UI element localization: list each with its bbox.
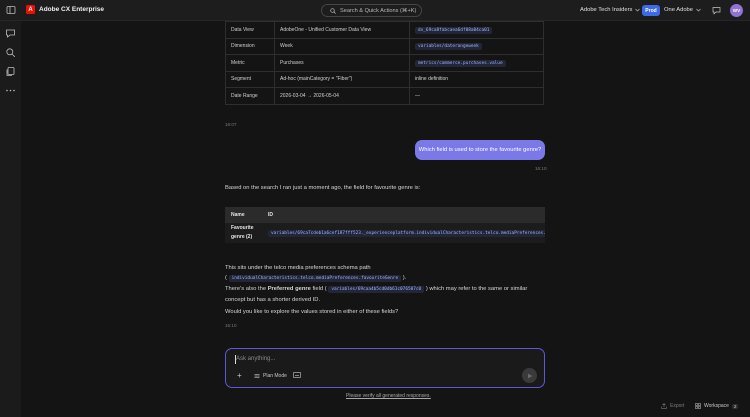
row-id-code: dv_69ca8fabcaea6df08a04ca01: [415, 26, 493, 34]
org-switcher[interactable]: Adobe Tech Insiders: [580, 7, 641, 13]
row-label: Segment: [225, 70, 275, 88]
message-timestamp: 16:07: [225, 122, 237, 127]
tenant-name: One Adobe: [664, 7, 694, 13]
search-icon: [330, 7, 336, 14]
chat-icon[interactable]: [5, 28, 16, 39]
add-attachment-button[interactable]: +: [237, 371, 242, 380]
row-label: Metric: [225, 54, 275, 72]
top-bar: A Adobe CX Enterprise Search & Quick Act…: [0, 0, 750, 21]
chat-input[interactable]: Ask anything...: [236, 356, 275, 362]
result-table-container: Name ID Favourite genre (2) variables/69…: [225, 207, 545, 243]
details-table: Data View AdobeOne - Unified Customer Da…: [225, 21, 544, 105]
avatar[interactable]: WV: [730, 4, 743, 17]
send-button[interactable]: [522, 368, 537, 383]
field-id-code: variables/69ca7cdeb1a6cef187fff523._expe…: [268, 230, 545, 237]
result-table: Name ID Favourite genre (2) variables/69…: [225, 207, 545, 243]
brand-name: Adobe CX Enterprise: [39, 6, 105, 13]
row-value: 2026-03-04 → 2026-05-04: [274, 87, 410, 105]
export-icon: [661, 403, 667, 409]
environment-badge[interactable]: Prod: [642, 5, 660, 16]
preferred-genre-id-code: variables/69caa4b5cd0db61c076507c0: [328, 286, 425, 293]
schema-explanation: This sits under the telco media preferen…: [225, 263, 545, 317]
tenant-switcher[interactable]: One Adobe: [664, 7, 701, 13]
export-button[interactable]: Export: [661, 403, 684, 409]
copy-icon[interactable]: [5, 66, 16, 77]
row-value: AdobeOne - Unified Customer Data View: [274, 21, 410, 39]
table-row: Data View AdobeOne - Unified Customer Da…: [225, 21, 544, 39]
workspace-icon: [695, 403, 701, 409]
also-line-2: concept but has a shorter derived ID.: [225, 297, 321, 303]
plan-mode-label: Plan Mode: [263, 373, 287, 379]
table-header-row: Name ID: [225, 207, 545, 223]
user-message: Which field is used to store the favouri…: [415, 140, 545, 160]
table-row: Segment Ad-hoc (mainCategory = "Fiber") …: [225, 70, 544, 88]
details-table-container: Data View AdobeOne - Unified Customer Da…: [225, 21, 545, 105]
field-name: Favourite genre (2): [225, 223, 262, 243]
row-id-code: metrics/commerce.purchases.value: [415, 59, 506, 67]
left-rail: [0, 21, 21, 417]
row-value: Week: [274, 37, 410, 55]
adobe-logo-icon: A: [26, 5, 35, 14]
more-icon[interactable]: [5, 85, 16, 96]
row-id-text: —: [409, 87, 544, 105]
workspace-button[interactable]: Workspace 2: [695, 403, 739, 409]
row-value: Purchases: [274, 54, 410, 72]
row-id-text: inline definition: [409, 70, 544, 88]
send-icon: [527, 373, 532, 378]
plan-mode-button[interactable]: Plan Mode: [254, 373, 287, 379]
message-timestamp: 16:10: [225, 323, 237, 328]
message-timestamp: 16:10: [535, 166, 547, 171]
column-header-name: Name: [225, 207, 262, 223]
sidebar-toggle-icon[interactable]: [6, 5, 16, 15]
workspace-count-badge: 2: [731, 403, 739, 409]
row-label: Date Range: [225, 87, 275, 105]
answer-intro: Based on the search I ran just a moment …: [225, 185, 421, 191]
search-input[interactable]: Search & Quick Actions (⌘+K): [321, 4, 422, 17]
followup-question: Would you like to explore the values sto…: [225, 309, 399, 315]
row-value: Ad-hoc (mainCategory = "Fiber"): [274, 70, 410, 88]
table-row: Favourite genre (2) variables/69ca7cdeb1…: [225, 223, 545, 243]
search-placeholder: Search & Quick Actions (⌘+K): [340, 7, 417, 14]
org-name: Adobe Tech Insiders: [580, 7, 633, 13]
row-label: Dimension: [225, 37, 275, 55]
chevron-down-icon: [696, 8, 701, 12]
row-label: Data View: [225, 21, 275, 39]
schema-path-code: individualCharacteristics.telco.mediaPre…: [228, 275, 402, 282]
brand[interactable]: A Adobe CX Enterprise: [26, 5, 104, 14]
table-row: Date Range 2026-03-04 → 2026-05-04 —: [225, 87, 544, 105]
row-id-code: variables/daterangeweek: [415, 43, 482, 51]
search-icon[interactable]: [5, 47, 16, 58]
keyboard-icon[interactable]: [293, 372, 301, 378]
schema-line-1: This sits under the telco media preferen…: [225, 265, 371, 271]
chevron-down-icon: [635, 8, 641, 12]
workspace-label: Workspace: [704, 403, 729, 409]
export-label: Export: [670, 403, 685, 409]
column-header-id: ID: [262, 207, 545, 223]
feedback-icon[interactable]: [712, 6, 721, 15]
verify-responses-link[interactable]: Please verify all generated responses.: [346, 393, 431, 399]
table-row: Dimension Week variables/daterangeweek: [225, 37, 544, 55]
chat-composer: Ask anything... + Plan Mode: [225, 348, 545, 388]
plan-mode-icon: [254, 374, 260, 378]
table-row: Metric Purchases metrics/commerce.purcha…: [225, 54, 544, 72]
preferred-genre-label: Preferred genre: [267, 286, 311, 292]
